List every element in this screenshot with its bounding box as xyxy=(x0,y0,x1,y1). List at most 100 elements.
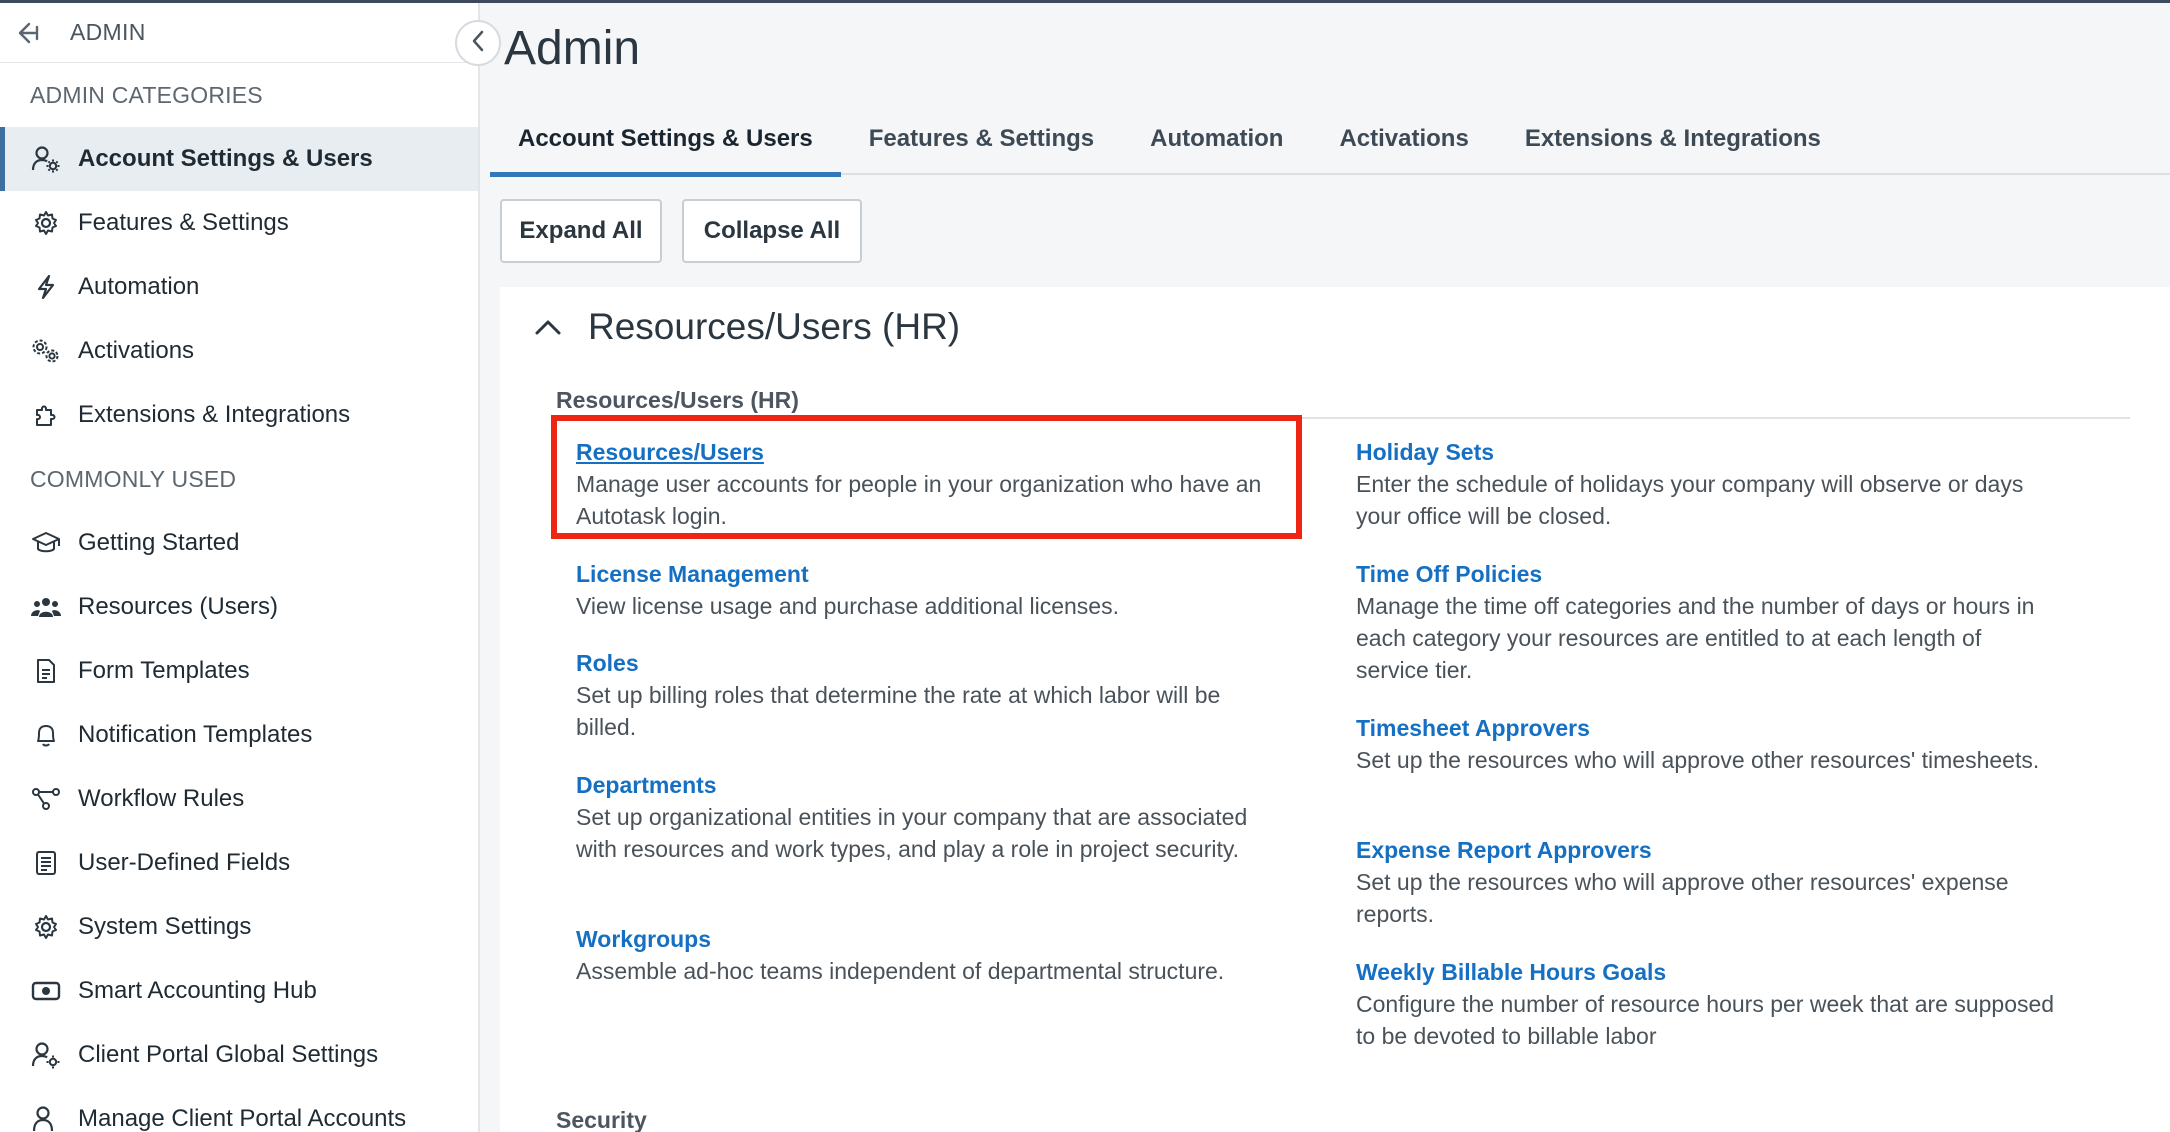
sidebar-item-workflow-rules[interactable]: Workflow Rules xyxy=(0,767,478,831)
sidebar-item-label: Account Settings & Users xyxy=(78,145,373,172)
document-icon xyxy=(30,655,62,687)
entry-description: Configure the number of resource hours p… xyxy=(1356,991,2055,1049)
entry-description: View license usage and purchase addition… xyxy=(576,593,1119,619)
entry-description: Set up billing roles that determine the … xyxy=(576,682,1221,740)
workflow-icon xyxy=(30,783,62,815)
sidebar-item-notification-templates[interactable]: Notification Templates xyxy=(0,703,478,767)
collapse-all-button[interactable]: Collapse All xyxy=(682,199,862,263)
license-management-link[interactable]: License Management xyxy=(576,561,809,588)
user-gear-icon xyxy=(30,143,62,175)
sidebar-item-label: Activations xyxy=(78,337,195,364)
entry-description: Set up the resources who will approve ot… xyxy=(1356,869,2009,927)
graduation-cap-icon xyxy=(30,527,62,559)
departments-link[interactable]: Departments xyxy=(576,772,717,799)
entry-description: Enter the schedule of holidays your comp… xyxy=(1356,471,2024,529)
resources-users-hr-panel: Resources/Users (HR) Resources/Users (HR… xyxy=(500,287,2170,1132)
entry-roles: Roles Set up billing roles that determin… xyxy=(576,650,1276,743)
tab-bar: Account Settings & Users Features & Sett… xyxy=(490,103,2170,177)
entry-description: Assemble ad-hoc teams independent of dep… xyxy=(576,958,1225,984)
sidebar-item-automation[interactable]: Automation xyxy=(0,255,478,319)
puzzle-icon xyxy=(30,399,62,431)
user-icon xyxy=(30,1103,62,1132)
sidebar-item-resources-users[interactable]: Resources (Users) xyxy=(0,575,478,639)
entry-description: Manage the time off categories and the n… xyxy=(1356,593,2035,683)
subsection-security-title: Security xyxy=(556,1107,647,1132)
list-icon xyxy=(30,847,62,879)
bell-icon xyxy=(30,719,62,751)
subsection-title: Resources/Users (HR) xyxy=(556,387,799,413)
entry-description: Set up organizational entities in your c… xyxy=(576,804,1248,862)
workgroups-link[interactable]: Workgroups xyxy=(576,926,711,953)
panel-header[interactable]: Resources/Users (HR) xyxy=(530,297,960,357)
sidebar-item-label: System Settings xyxy=(78,913,252,940)
sidebar-item-user-defined-fields[interactable]: User-Defined Fields xyxy=(0,831,478,895)
entry-timesheet-approvers: Timesheet Approvers Set up the resources… xyxy=(1356,715,2056,776)
entry-weekly-billable-hours-goals: Weekly Billable Hours Goals Configure th… xyxy=(1356,959,2056,1052)
entry-description: Manage user accounts for people in your … xyxy=(576,471,1262,529)
sidebar-item-features-settings[interactable]: Features & Settings xyxy=(0,191,478,255)
sidebar-item-label: Client Portal Global Settings xyxy=(78,1041,379,1068)
weekly-billable-hours-goals-link[interactable]: Weekly Billable Hours Goals xyxy=(1356,959,1666,986)
tab-activations[interactable]: Activations xyxy=(1311,103,1496,175)
tab-account-settings-users[interactable]: Account Settings & Users xyxy=(490,103,841,177)
timesheet-approvers-link[interactable]: Timesheet Approvers xyxy=(1356,715,1590,742)
main-content: Admin Account Settings & Users Features … xyxy=(482,3,2170,1132)
sidebar-item-label: Manage Client Portal Accounts xyxy=(78,1105,407,1132)
back-arrow-icon[interactable] xyxy=(16,18,46,48)
sidebar-item-label: Notification Templates xyxy=(78,721,313,748)
tab-extensions-integrations[interactable]: Extensions & Integrations xyxy=(1497,103,1849,175)
sidebar-item-label: Extensions & Integrations xyxy=(78,401,351,428)
sidebar-item-label: User-Defined Fields xyxy=(78,849,291,876)
roles-link[interactable]: Roles xyxy=(576,650,639,677)
collapse-sidebar-button[interactable] xyxy=(455,20,501,66)
sidebar-item-system-settings[interactable]: System Settings xyxy=(0,895,478,959)
chevron-up-icon[interactable] xyxy=(530,309,566,345)
admin-sidebar: ADMIN ADMIN CATEGORIES Account Settings … xyxy=(0,3,480,1132)
tab-features-settings[interactable]: Features & Settings xyxy=(841,103,1122,175)
entry-workgroups: Workgroups Assemble ad-hoc teams indepen… xyxy=(576,926,1276,987)
sidebar-item-account-settings-users[interactable]: Account Settings & Users xyxy=(0,127,478,191)
sidebar-item-label: Automation xyxy=(78,273,200,300)
entry-time-off-policies: Time Off Policies Manage the time off ca… xyxy=(1356,561,2056,686)
expense-report-approvers-link[interactable]: Expense Report Approvers xyxy=(1356,837,1652,864)
section-commonly-used: COMMONLY USED xyxy=(30,465,237,492)
time-off-policies-link[interactable]: Time Off Policies xyxy=(1356,561,1542,588)
entry-resources-users: Resources/Users Manage user accounts for… xyxy=(576,439,1276,532)
entry-departments: Departments Set up organizational entiti… xyxy=(576,772,1276,865)
entry-holiday-sets: Holiday Sets Enter the schedule of holid… xyxy=(1356,439,2056,532)
panel-title: Resources/Users (HR) xyxy=(588,306,961,347)
tab-automation[interactable]: Automation xyxy=(1122,103,1311,175)
gears-icon xyxy=(30,335,62,367)
users-icon xyxy=(30,591,62,623)
expand-all-button[interactable]: Expand All xyxy=(500,199,662,263)
gear-icon xyxy=(30,207,62,239)
sidebar-item-activations[interactable]: Activations xyxy=(0,319,478,383)
entry-description: Set up the resources who will approve ot… xyxy=(1356,747,2040,773)
sidebar-item-manage-client-portal-accounts[interactable]: Manage Client Portal Accounts xyxy=(0,1087,478,1132)
sidebar-item-label: Workflow Rules xyxy=(78,785,245,812)
entry-license-management: License Management View license usage an… xyxy=(576,561,1276,622)
sidebar-item-form-templates[interactable]: Form Templates xyxy=(0,639,478,703)
sidebar-item-getting-started[interactable]: Getting Started xyxy=(0,511,478,575)
sidebar-header: ADMIN xyxy=(0,3,478,63)
lightning-icon xyxy=(30,271,62,303)
money-icon xyxy=(30,975,62,1007)
section-admin-categories: ADMIN CATEGORIES xyxy=(30,81,263,108)
sidebar-item-client-portal-global-settings[interactable]: Client Portal Global Settings xyxy=(0,1023,478,1087)
sidebar-item-label: Getting Started xyxy=(78,529,240,556)
gear-icon xyxy=(30,911,62,943)
page-title: Admin xyxy=(504,22,641,75)
holiday-sets-link[interactable]: Holiday Sets xyxy=(1356,439,1494,466)
chevron-left-icon xyxy=(470,29,486,58)
sidebar-item-label: Smart Accounting Hub xyxy=(78,977,317,1004)
sidebar-item-label: Features & Settings xyxy=(78,209,289,236)
entry-expense-report-approvers: Expense Report Approvers Set up the reso… xyxy=(1356,837,2056,930)
resources-users-link[interactable]: Resources/Users xyxy=(576,439,764,466)
sidebar-item-label: Form Templates xyxy=(78,657,250,684)
sidebar-item-extensions-integrations[interactable]: Extensions & Integrations xyxy=(0,383,478,447)
sidebar-item-smart-accounting-hub[interactable]: Smart Accounting Hub xyxy=(0,959,478,1023)
subsection-divider xyxy=(556,417,2130,419)
sidebar-title: ADMIN xyxy=(70,19,146,45)
sidebar-item-label: Resources (Users) xyxy=(78,593,279,620)
user-gear-icon xyxy=(30,1039,62,1071)
